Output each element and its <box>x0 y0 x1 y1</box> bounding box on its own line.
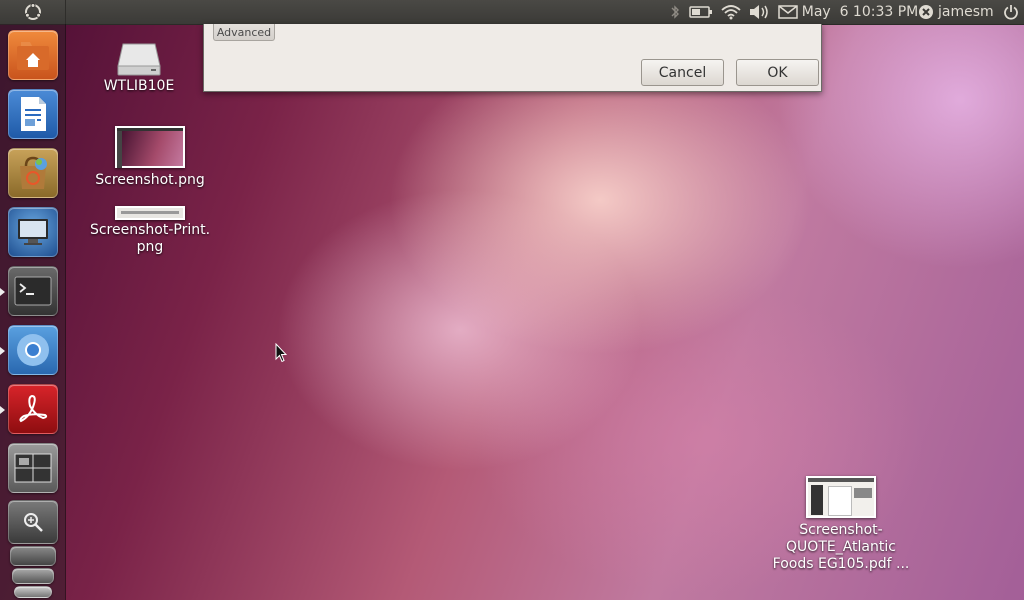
launcher-screen-magnifier[interactable] <box>8 500 58 544</box>
launcher-folded-item[interactable] <box>12 568 54 584</box>
user-menu[interactable]: jamesm <box>918 0 998 24</box>
mail-icon <box>778 5 798 19</box>
mouse-cursor-icon <box>275 343 287 363</box>
desktop-icon-label-line1: Screenshot- <box>799 522 883 538</box>
session-menu[interactable] <box>1000 0 1022 24</box>
workspaces-icon <box>14 453 52 483</box>
launcher-ubuntu-software-center[interactable] <box>8 148 58 198</box>
desktop-icon-label: Screenshot.png <box>95 172 205 188</box>
desktop-icon-screenshot-print-png[interactable]: Screenshot-Print. png <box>88 206 212 256</box>
image-thumbnail-icon <box>115 126 185 168</box>
clock[interactable]: May 6 10:33 PM <box>802 0 919 24</box>
writer-icon <box>21 97 46 131</box>
network-indicator[interactable] <box>718 0 744 24</box>
home-folder-icon <box>17 42 49 70</box>
launcher-chromium[interactable] <box>8 325 58 375</box>
image-thumbnail-icon <box>115 206 185 220</box>
launcher-folded-item[interactable] <box>14 586 52 598</box>
launcher-home-folder[interactable] <box>8 30 58 80</box>
desktop-icon-label-line2: png <box>136 239 164 255</box>
tab-advanced[interactable]: Advanced <box>213 24 275 41</box>
magnifier-icon <box>24 513 43 532</box>
wifi-icon <box>721 5 741 20</box>
battery-indicator[interactable] <box>688 0 714 24</box>
messaging-indicator[interactable] <box>776 0 800 24</box>
image-thumbnail-icon <box>806 476 876 518</box>
software-center-icon <box>20 156 47 189</box>
cancel-button[interactable]: Cancel <box>641 59 724 86</box>
desktop[interactable]: May 6 10:33 PM jamesm Advanced Cancel OK… <box>0 0 1024 600</box>
volume-icon <box>750 5 768 19</box>
dash-button[interactable] <box>0 0 66 24</box>
desktop-icon-screenshot-quote-pdf[interactable]: Screenshot- QUOTE_Atlantic Foods EG105.p… <box>766 476 916 573</box>
bluetooth-icon <box>671 5 679 19</box>
desktop-icon-drive[interactable]: WTLIB10E <box>96 40 182 95</box>
launcher-adobe-reader[interactable] <box>8 384 58 434</box>
ubuntu-logo-icon <box>24 3 41 20</box>
monitor-icon <box>18 219 48 245</box>
terminal-running-pip <box>0 288 5 296</box>
launcher-remote-desktop[interactable] <box>8 207 58 257</box>
launcher-terminal[interactable] <box>8 266 58 316</box>
power-icon <box>1004 5 1018 20</box>
user-name: jamesm <box>938 4 994 20</box>
terminal-icon <box>14 276 52 306</box>
battery-icon <box>689 6 712 18</box>
desktop-icon-label-line3: Foods EG105.pdf ... <box>772 556 910 572</box>
desktop-icon-screenshot-png[interactable]: Screenshot.png <box>95 126 205 189</box>
drive-icon <box>117 43 161 76</box>
ok-button[interactable]: OK <box>736 59 819 86</box>
desktop-icon-label: WTLIB10E <box>103 78 175 94</box>
print-dialog: Advanced Cancel OK <box>203 24 822 92</box>
top-panel: May 6 10:33 PM jamesm <box>0 0 1024 25</box>
launcher-libreoffice-writer[interactable] <box>8 89 58 139</box>
adobe-reader-icon <box>19 394 48 423</box>
sound-indicator[interactable] <box>746 0 772 24</box>
launcher-workspace-switcher[interactable] <box>8 443 58 493</box>
desktop-icon-label-line2: QUOTE_Atlantic <box>786 539 896 555</box>
adobe-running-pip <box>0 406 5 414</box>
user-status-icon <box>919 5 933 19</box>
bluetooth-indicator[interactable] <box>666 0 684 24</box>
launcher-folded-item[interactable] <box>10 546 56 566</box>
desktop-icon-label-line1: Screenshot-Print. <box>89 222 211 238</box>
chromium-running-pip <box>0 347 5 355</box>
launcher <box>0 24 66 600</box>
chromium-icon <box>17 334 49 366</box>
